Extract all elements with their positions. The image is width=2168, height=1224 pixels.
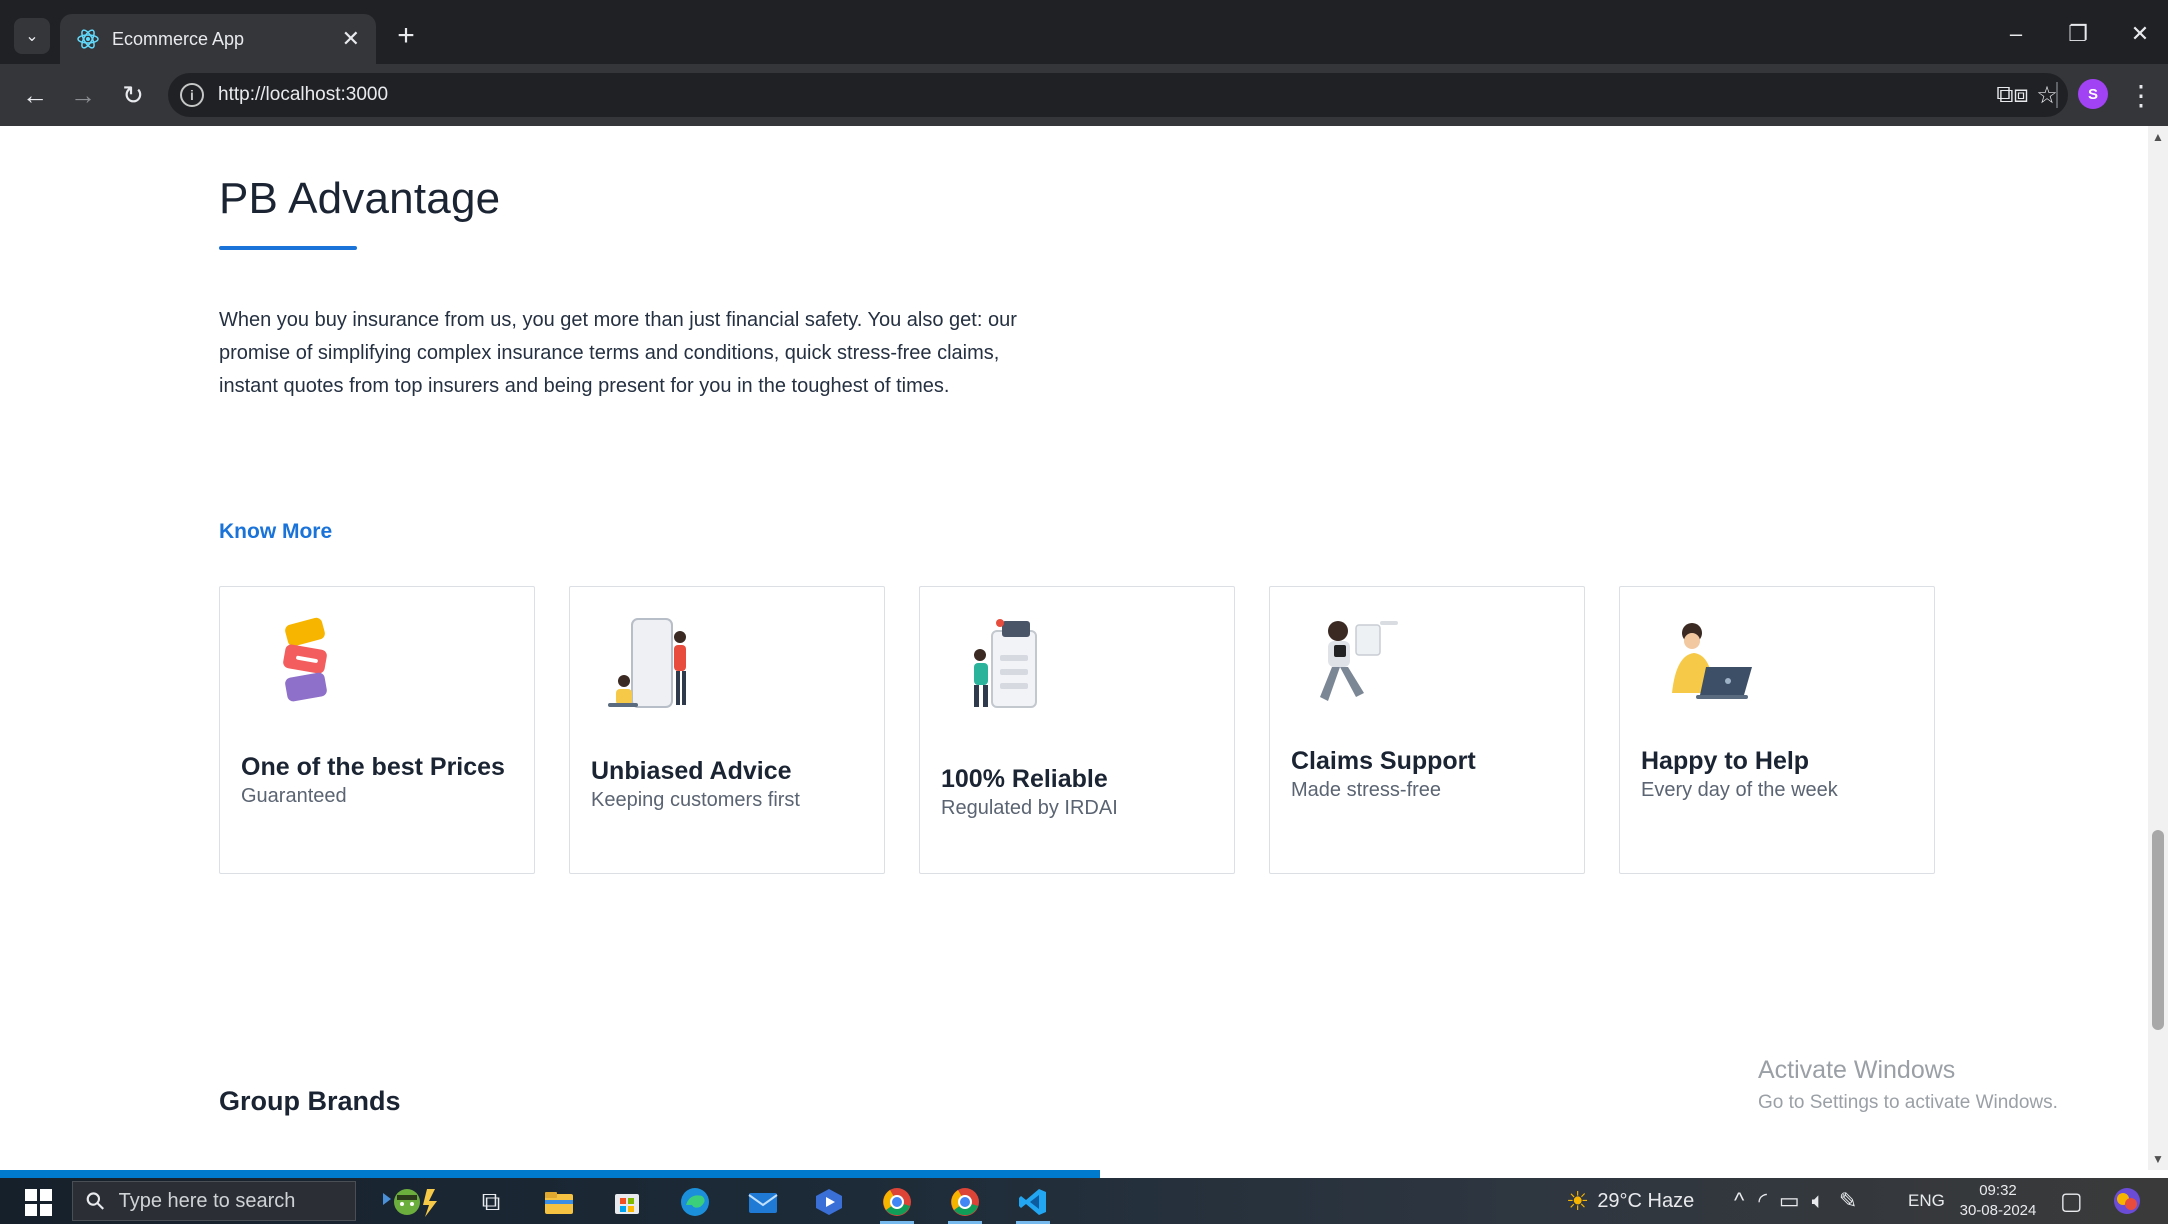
new-tab-button[interactable]: +	[388, 18, 424, 54]
title-underline	[219, 246, 357, 250]
browser-toolbar: ← → ↻ i http://localhost:3000 ⧉ ☆	[0, 64, 2168, 126]
card-subtitle: Regulated by IRDAI	[941, 797, 1118, 819]
card-subtitle: Made stress-free	[1291, 779, 1442, 801]
system-tray-icons[interactable]: ^ ◜ ▭ 🔈︎ ✎	[1734, 1178, 1857, 1224]
price-tags-illustration-icon	[283, 617, 327, 702]
advisor-phone-illustration-icon	[608, 618, 686, 708]
minimize-button[interactable]: –	[1992, 14, 2040, 54]
reliable-document-illustration-icon	[974, 619, 1037, 708]
edge-browser-icon[interactable]	[672, 1184, 718, 1220]
close-tab-icon[interactable]: ✕	[342, 26, 360, 52]
volume-icon[interactable]: 🔈︎	[1812, 1188, 1825, 1214]
card-subtitle: Every day of the week	[1641, 779, 1838, 801]
advantage-card-advice: Unbiased Advice Keeping customers first	[569, 586, 885, 874]
weather-text: 29°C Haze	[1597, 1189, 1695, 1212]
frankenstein-widget-icon[interactable]	[372, 1184, 452, 1220]
forward-arrow-icon[interactable]: →	[62, 74, 104, 116]
windows-taskbar: ⚲ Type here to search ⧉ ☀ 29°C Haze ^ ◜ …	[0, 1178, 2168, 1224]
pen-icon[interactable]: ✎	[1839, 1188, 1857, 1214]
taskbar-search-placeholder[interactable]: Type here to search	[119, 1190, 296, 1213]
tab-title: Ecommerce App	[112, 28, 245, 49]
card-title: One of the best Prices	[241, 753, 505, 781]
media-player-icon[interactable]	[806, 1184, 852, 1220]
copilot-icon[interactable]	[2112, 1178, 2142, 1224]
profile-avatar[interactable]: S	[2078, 79, 2108, 109]
windows-start-icon[interactable]	[14, 1185, 62, 1219]
advantage-card-help: Happy to Help Every day of the week	[1619, 586, 1935, 874]
haze-sun-icon: ☀	[1566, 1185, 1590, 1216]
toolbar-separator	[2056, 82, 2058, 108]
microsoft-store-icon[interactable]	[604, 1184, 650, 1220]
weather-widget[interactable]: ☀ 29°C Haze	[1566, 1178, 1694, 1224]
card-subtitle: Keeping customers first	[591, 789, 800, 811]
extensions-puzzle-icon[interactable]: ⧈	[2000, 74, 2042, 116]
scroll-up-arrow-icon[interactable]: ▲	[2152, 130, 2164, 144]
clock-date: 30-08-2024	[1959, 1202, 2037, 1219]
card-subtitle: Guaranteed	[241, 785, 347, 807]
site-info-icon[interactable]: i	[180, 83, 204, 107]
help-laptop-illustration-icon	[1672, 623, 1752, 699]
chrome-profile-2-icon[interactable]	[942, 1184, 988, 1224]
kebab-menu-icon[interactable]: ⋮	[2120, 74, 2162, 116]
url-text[interactable]: http://localhost:3000	[218, 84, 1984, 106]
card-title: Unbiased Advice	[591, 757, 792, 785]
advantage-card-claims: Claims Support Made stress-free	[1269, 586, 1585, 874]
chevron-up-icon[interactable]: ^	[1734, 1188, 1744, 1214]
restore-button[interactable]: ❐	[2054, 14, 2102, 54]
clock-time: 09:32	[1979, 1182, 2017, 1199]
address-bar[interactable]: i http://localhost:3000 ⧉ ☆	[168, 73, 2068, 117]
card-title: Happy to Help	[1641, 747, 1810, 775]
scroll-down-arrow-icon[interactable]: ▼	[2152, 1152, 2164, 1166]
intro-paragraph: When you buy insurance from us, you get …	[219, 309, 1017, 397]
reload-icon[interactable]: ↻	[112, 74, 154, 116]
chrome-profile-1-icon[interactable]	[874, 1184, 920, 1224]
vscode-icon[interactable]	[1010, 1184, 1056, 1224]
input-language[interactable]: ENG	[1908, 1178, 1945, 1224]
activate-windows-title: Activate Windows	[1758, 1056, 1956, 1084]
notification-icon[interactable]: ▢	[2060, 1178, 2083, 1224]
card-title: 100% Reliable	[941, 765, 1108, 793]
close-window-button[interactable]: ✕	[2116, 14, 2164, 54]
clock[interactable]: 09:32 30-08-2024	[1958, 1178, 2038, 1224]
battery-icon[interactable]: ▭	[1779, 1188, 1800, 1214]
tab-search-button[interactable]: ⌄	[14, 18, 50, 54]
mail-icon[interactable]	[740, 1184, 786, 1220]
advantage-card-prices: One of the best Prices Guaranteed	[219, 586, 535, 874]
wifi-icon[interactable]: ◜	[1758, 1188, 1767, 1214]
file-explorer-icon[interactable]	[536, 1184, 582, 1220]
task-view-icon[interactable]: ⧉	[468, 1184, 514, 1220]
claims-support-illustration-icon	[1320, 621, 1398, 701]
advantage-card-reliable: 100% Reliable Regulated by IRDAI	[919, 586, 1235, 874]
react-favicon-icon	[76, 27, 100, 51]
page-title: PB Advantage	[219, 174, 501, 223]
card-title: Claims Support	[1291, 747, 1476, 775]
page-content: PB Advantage When you buy insurance from…	[0, 126, 2148, 1170]
activate-windows-subtitle: Go to Settings to activate Windows.	[1758, 1092, 2058, 1113]
know-more-link[interactable]: Know More	[219, 520, 332, 544]
back-arrow-icon[interactable]: ←	[14, 74, 56, 116]
taskbar-search-box[interactable]: ⚲ Type here to search	[72, 1181, 356, 1221]
chevron-down-icon: ⌄	[25, 28, 39, 45]
group-brands-heading: Group Brands	[219, 1086, 401, 1116]
scrollbar-thumb[interactable]	[2152, 830, 2164, 1030]
browser-tab-bar: ⌄ Ecommerce App ✕ + – ❐ ✕	[0, 0, 2168, 64]
search-icon: ⚲	[80, 1185, 112, 1217]
browser-tab[interactable]: Ecommerce App ✕	[60, 14, 376, 64]
